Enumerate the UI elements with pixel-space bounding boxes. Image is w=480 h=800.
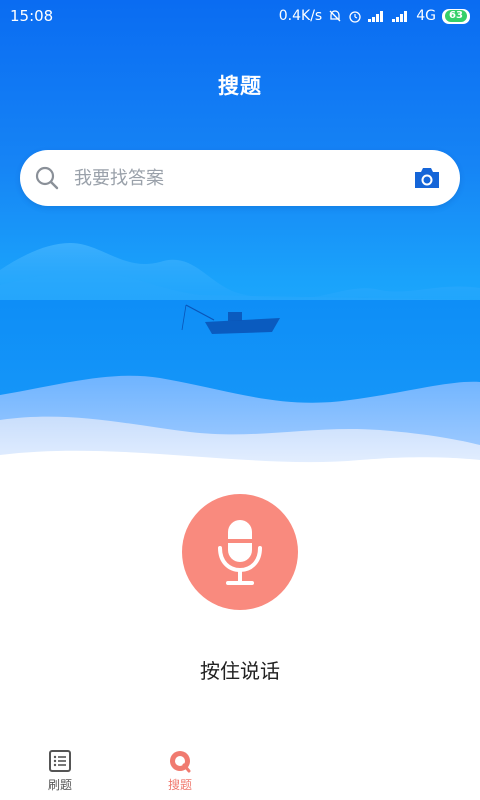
battery-indicator: 63 [442, 8, 470, 24]
network-speed: 0.4K/s [278, 8, 323, 24]
tab-practice[interactable]: 刷题 [20, 740, 100, 800]
search-input[interactable] [72, 166, 412, 190]
network-type: 4G [416, 8, 436, 24]
tab-practice-label: 刷题 [47, 777, 72, 792]
mute-bell-icon [328, 9, 342, 23]
hold-to-talk-label: 按住说话 [200, 659, 280, 683]
search-bar[interactable] [20, 150, 460, 206]
voice-search-button[interactable] [182, 494, 298, 610]
bottom-tab-bar: 刷题 搜题 [0, 740, 480, 800]
list-icon [49, 749, 71, 772]
tab-search[interactable]: 搜题 [140, 740, 220, 800]
microphone-icon [218, 520, 262, 585]
signal-bars-icon [368, 10, 386, 22]
tab-search-label: 搜题 [167, 777, 192, 792]
search-icon [35, 166, 59, 190]
camera-icon[interactable] [412, 165, 442, 191]
search-tab-icon [170, 750, 191, 772]
status-indicators: 0.4K/s 4G 63 [279, 8, 470, 24]
alarm-clock-icon [348, 9, 362, 23]
status-bar: 15:08 0.4K/s 4G 63 [0, 0, 480, 32]
hd-signal-icon [392, 10, 410, 22]
app-screen: 15:08 0.4K/s 4G 63 搜题 我要找答案 按住说话 刷题 搜题 [0, 0, 480, 800]
page-title: 搜题 [218, 74, 262, 98]
battery-level: 63 [445, 10, 467, 22]
status-time: 15:08 [10, 7, 54, 25]
